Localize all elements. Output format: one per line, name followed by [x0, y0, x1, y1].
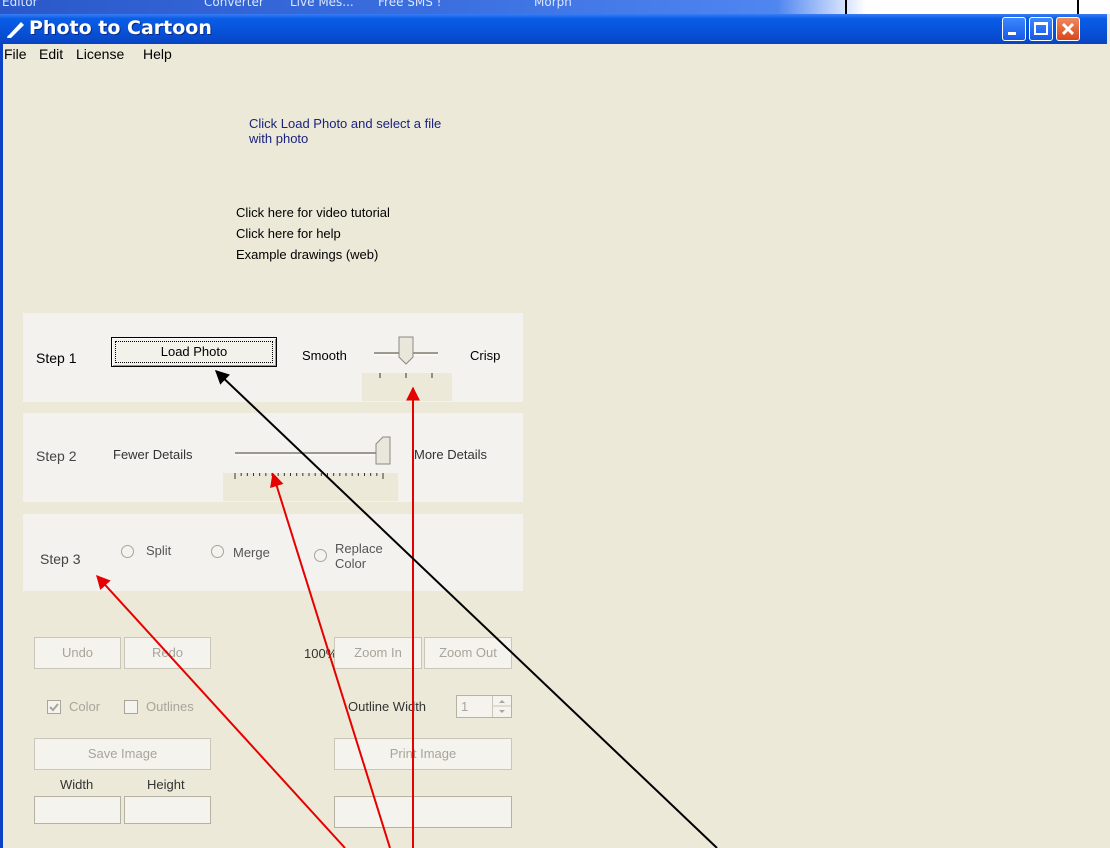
step3-label: Step 3	[40, 551, 81, 567]
check-icon	[49, 703, 59, 712]
outline-width-spinner[interactable]: 1	[456, 695, 512, 718]
slider-bg	[362, 373, 452, 401]
step3-panel	[23, 514, 523, 591]
width-label: Width	[60, 777, 94, 792]
step1-label: Step 1	[36, 350, 77, 366]
replace-color-radio[interactable]	[314, 549, 327, 562]
load-hint: Click Load Photo and select a file	[249, 116, 442, 131]
maximize-icon	[1034, 22, 1048, 35]
outlines-checkbox-label: Outlines	[146, 699, 194, 714]
taskbar-item[interactable]: Free SMS !	[378, 0, 442, 9]
height-field[interactable]	[124, 796, 211, 824]
minimize-icon	[1008, 32, 1016, 35]
outlines-checkbox[interactable]	[124, 700, 138, 714]
pencil-icon	[7, 22, 24, 38]
split-radio[interactable]	[121, 545, 134, 558]
taskbar-strip: Editor Converter Live Mes... Free SMS ! …	[0, 0, 1110, 14]
focus-ring	[115, 341, 273, 363]
example-drawings-link[interactable]: Example drawings (web)	[236, 247, 378, 262]
menu-help[interactable]: Help	[143, 46, 172, 62]
undo-button[interactable]: Undo	[34, 637, 121, 669]
width-field[interactable]	[34, 796, 121, 824]
zoom-level: 100%	[304, 646, 338, 661]
help-link[interactable]: Click here for help	[236, 226, 341, 241]
window-title: Photo to Cartoon	[29, 17, 212, 39]
zoom-out-button[interactable]: Zoom Out	[424, 637, 512, 669]
spinner-buttons[interactable]	[492, 696, 511, 717]
print-preview-field	[334, 796, 512, 828]
taskbar-item[interactable]: Converter	[204, 0, 264, 9]
redo-button[interactable]: Redo	[124, 637, 211, 669]
minimize-button[interactable]	[1002, 17, 1026, 41]
print-image-button[interactable]: Print Image	[334, 738, 512, 770]
fewer-details-label: Fewer Details	[113, 447, 193, 462]
slider-thumb[interactable]	[375, 436, 391, 465]
more-details-label: More Details	[414, 447, 487, 462]
spinner-arrows-icon	[493, 700, 511, 713]
close-button[interactable]	[1056, 17, 1080, 41]
outline-width-label: Outline Width	[348, 699, 427, 714]
zoom-in-button[interactable]: Zoom In	[334, 637, 422, 669]
slider-bg	[223, 473, 398, 501]
save-image-button[interactable]: Save Image	[34, 738, 211, 770]
taskbar-item[interactable]: Morph	[534, 0, 572, 9]
merge-label: Merge	[233, 545, 270, 560]
menu-file[interactable]: File	[4, 46, 27, 62]
color-checkbox[interactable]	[47, 700, 61, 714]
taskbar-item[interactable]: Live Mes...	[290, 0, 354, 9]
smooth-label: Smooth	[302, 348, 347, 363]
menu-license[interactable]: License	[76, 46, 124, 62]
split-label: Split	[146, 543, 172, 558]
height-label: Height	[147, 777, 185, 792]
title-bar[interactable]: Photo to Cartoon	[0, 14, 1107, 44]
load-hint-line2: with photo	[249, 131, 309, 146]
slider-thumb[interactable]	[398, 336, 414, 365]
crisp-label: Crisp	[470, 348, 501, 363]
step2-label: Step 2	[36, 448, 77, 464]
color-checkbox-label: Color	[69, 699, 101, 714]
maximize-button[interactable]	[1029, 17, 1053, 41]
detail-slider[interactable]	[223, 433, 398, 503]
merge-radio[interactable]	[211, 545, 224, 558]
outline-width-value: 1	[461, 699, 469, 714]
menu-bar: File Edit License Help	[0, 44, 1110, 66]
taskbar-item[interactable]: Editor	[2, 0, 38, 9]
load-photo-button[interactable]: Load Photo	[111, 337, 277, 367]
menu-edit[interactable]: Edit	[39, 46, 63, 62]
replace-color-label: Replace Color	[335, 541, 383, 571]
close-icon	[1061, 22, 1075, 36]
smooth-crisp-slider[interactable]	[362, 333, 452, 403]
video-tutorial-link[interactable]: Click here for video tutorial	[236, 205, 390, 220]
